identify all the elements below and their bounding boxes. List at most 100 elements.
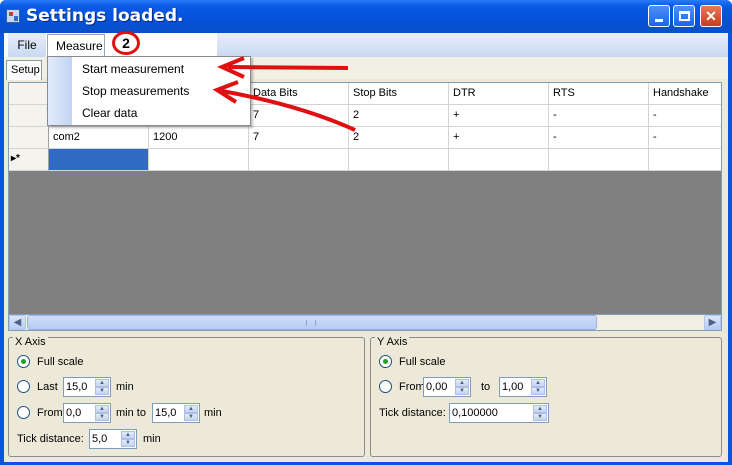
menu-gutter (48, 57, 72, 125)
table-cell[interactable]: 2 (349, 127, 449, 149)
app-icon (6, 9, 20, 23)
spin-up-icon[interactable]: ▲ (121, 431, 135, 439)
x-last-label: Last (37, 381, 58, 393)
column-header-handshake[interactable]: Handshake (649, 83, 721, 105)
app-window: Settings loaded. ✕ File Measure 2 Setup … (0, 0, 732, 465)
grip-icon (306, 320, 316, 326)
table-cell[interactable] (249, 149, 349, 171)
table-cell[interactable]: + (449, 105, 549, 127)
close-icon: ✕ (705, 7, 717, 24)
x-from-value[interactable]: 0,0 (66, 406, 81, 420)
menu-item-clear-data[interactable]: Clear data (82, 102, 137, 124)
column-header-stop-bits[interactable]: Stop Bits (349, 83, 449, 105)
x-to-stepper[interactable]: 15,0 ▲ ▼ (152, 403, 200, 423)
radio-icon[interactable] (17, 406, 30, 419)
y-tick-label: Tick distance: (379, 407, 446, 419)
table-cell[interactable] (349, 149, 449, 171)
spin-up-icon[interactable]: ▲ (184, 405, 198, 413)
y-from-value[interactable]: 0,00 (426, 380, 447, 394)
table-cell[interactable]: - (649, 105, 721, 127)
new-row[interactable]: ▸* (9, 149, 721, 171)
table-cell[interactable]: - (649, 127, 721, 149)
table-cell[interactable]: 7 (249, 105, 349, 127)
x-from-stepper[interactable]: 0,0 ▲ ▼ (63, 403, 111, 423)
spin-down-icon[interactable]: ▼ (455, 387, 469, 395)
maximize-icon (678, 11, 690, 21)
y-to-value[interactable]: 1,00 (502, 380, 523, 394)
annotation-badge: 2 (112, 31, 140, 55)
spin-up-icon[interactable]: ▲ (455, 379, 469, 387)
y-full-scale-option[interactable]: Full scale (379, 353, 579, 371)
tab-setup[interactable]: Setup (6, 60, 42, 80)
x-axis-title: X Axis (13, 336, 48, 348)
spin-up-icon[interactable]: ▲ (95, 379, 109, 387)
horizontal-scrollbar[interactable]: ◀ ▶ (8, 314, 722, 331)
table-cell[interactable]: com2 (49, 127, 149, 149)
y-from-stepper[interactable]: 0,00 ▲ ▼ (423, 377, 471, 397)
spin-down-icon[interactable]: ▼ (95, 387, 109, 395)
scroll-left-button[interactable]: ◀ (9, 315, 26, 330)
column-header-rts[interactable]: RTS (549, 83, 649, 105)
x-full-scale-option[interactable]: Full scale (17, 353, 217, 371)
x-tick-value[interactable]: 5,0 (92, 432, 107, 446)
table-cell[interactable]: - (549, 105, 649, 127)
column-header-data-bits[interactable]: Data Bits (249, 83, 349, 105)
scroll-thumb[interactable] (27, 315, 597, 330)
table-cell[interactable]: 2 (349, 105, 449, 127)
scroll-right-button[interactable]: ▶ (704, 315, 721, 330)
x-from-label: From (37, 407, 63, 419)
table-cell[interactable] (649, 149, 721, 171)
radio-icon[interactable] (17, 380, 30, 393)
y-full-scale-label: Full scale (399, 356, 446, 368)
spin-up-icon[interactable]: ▲ (531, 379, 545, 387)
spin-up-icon[interactable]: ▲ (95, 405, 109, 413)
y-to-label: to (481, 381, 491, 393)
radio-icon[interactable] (379, 380, 392, 393)
x-to-label: min to (116, 407, 146, 419)
row-header[interactable] (9, 127, 49, 149)
y-tick-value[interactable]: 0,100000 (452, 406, 498, 420)
close-button[interactable]: ✕ (700, 5, 722, 27)
y-from-label: From (399, 381, 425, 393)
y-axis-title: Y Axis (375, 336, 410, 348)
table-cell[interactable] (149, 149, 249, 171)
x-tick-unit: min (143, 433, 161, 445)
table-row[interactable]: com2 1200 7 2 + - - (9, 127, 721, 149)
menu-file[interactable]: File (8, 33, 46, 57)
radio-selected-icon[interactable] (17, 355, 30, 368)
table-cell[interactable]: + (449, 127, 549, 149)
column-header-dtr[interactable]: DTR (449, 83, 549, 105)
table-cell[interactable] (449, 149, 549, 171)
menu-item-start-measurement[interactable]: Start measurement (82, 58, 184, 80)
table-cell[interactable]: 1200 (149, 127, 249, 149)
y-tick-stepper[interactable]: 0,100000 ▲ ▼ (449, 403, 549, 423)
title-bar[interactable]: Settings loaded. ✕ (0, 0, 732, 33)
spin-down-icon[interactable]: ▼ (531, 387, 545, 395)
menu-item-stop-measurements[interactable]: Stop measurements (82, 80, 189, 102)
minimize-button[interactable] (648, 5, 670, 27)
table-cell[interactable]: 7 (249, 127, 349, 149)
spin-down-icon[interactable]: ▼ (121, 439, 135, 447)
maximize-button[interactable] (673, 5, 695, 27)
spin-up-icon[interactable]: ▲ (533, 405, 547, 413)
table-cell[interactable] (549, 149, 649, 171)
table-cell[interactable]: - (549, 127, 649, 149)
x-last-stepper[interactable]: 15,0 ▲ ▼ (63, 377, 111, 397)
spin-down-icon[interactable]: ▼ (184, 413, 198, 421)
measure-menu-dropdown: Start measurement Stop measurements Clea… (47, 56, 251, 126)
corner-header (9, 83, 49, 105)
x-tick-stepper[interactable]: 5,0 ▲ ▼ (89, 429, 137, 449)
row-header[interactable] (9, 105, 49, 127)
chevron-left-icon: ◀ (13, 317, 22, 328)
x-last-value[interactable]: 15,0 (66, 380, 87, 394)
x-axis-group: X Axis Full scale Last 15,0 ▲ ▼ min From … (8, 336, 365, 457)
radio-selected-icon[interactable] (379, 355, 392, 368)
x-to-unit: min (204, 407, 222, 419)
selected-cell[interactable] (49, 149, 149, 171)
y-to-stepper[interactable]: 1,00 ▲ ▼ (499, 377, 547, 397)
x-to-value[interactable]: 15,0 (155, 406, 176, 420)
x-last-unit: min (116, 381, 134, 393)
spin-down-icon[interactable]: ▼ (95, 413, 109, 421)
spin-down-icon[interactable]: ▼ (533, 413, 547, 421)
menu-measure[interactable]: Measure (47, 34, 105, 58)
